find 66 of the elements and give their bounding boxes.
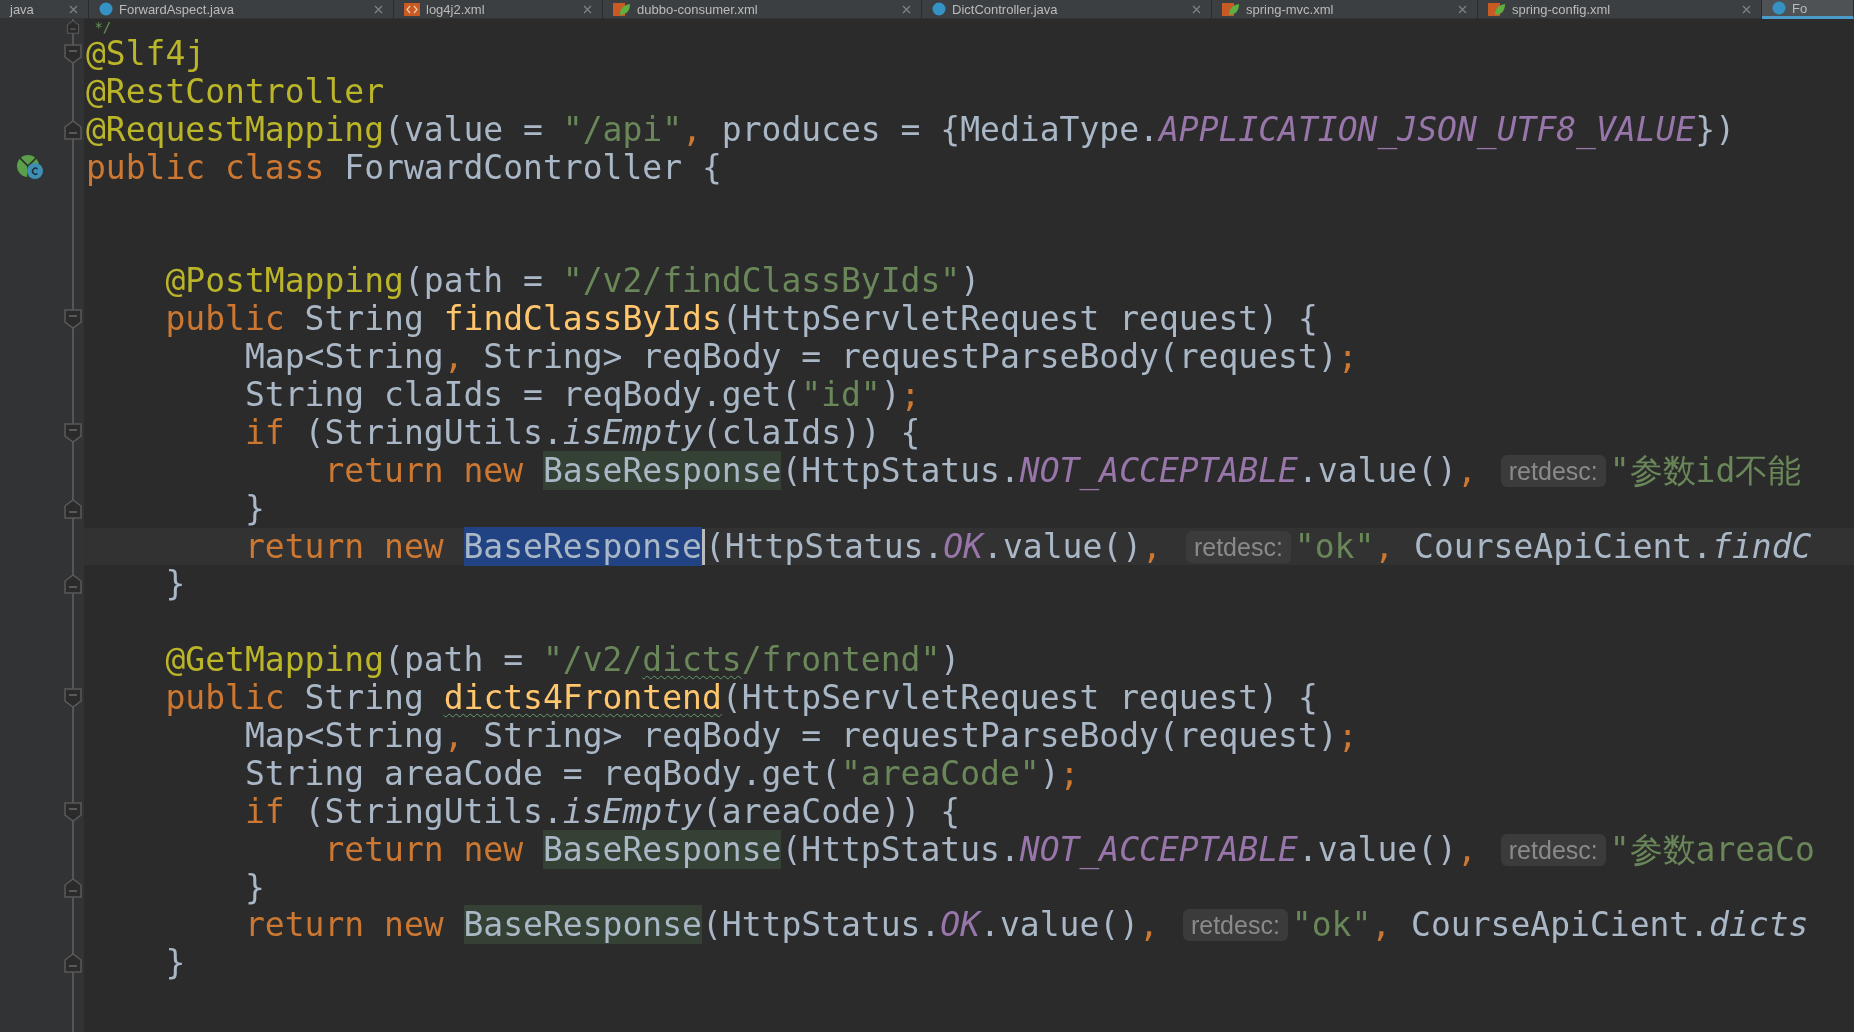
editor-tab[interactable]: log4j2.xml (394, 0, 603, 19)
close-icon[interactable] (583, 4, 592, 14)
code-text: } (164, 944, 186, 983)
editor-tab[interactable]: DictController.java (922, 0, 1212, 19)
code-text: public class ForwardController { (86, 148, 722, 187)
leaf-file-icon (1488, 2, 1506, 16)
code-text: return new BaseResponse(HttpStatus.NOT_ACCEPTABLE.value(), (324, 451, 1477, 490)
editor-tab[interactable]: spring-mvc.xml (1212, 0, 1478, 19)
fold-marker-icon[interactable] (64, 688, 82, 709)
leaf-file-icon (1222, 2, 1240, 16)
fold-marker-icon[interactable] (64, 801, 82, 822)
class-icon (932, 2, 946, 16)
text-caret (701, 528, 705, 565)
code-text: @RequestMapping(value = "/api", produces = {MediaType.APPLICATION_JSON_UTF8_VALUE}) (86, 110, 1736, 149)
code-text: @PostMapping(path = "/v2/findClassByIds") (164, 262, 981, 301)
code-text: String claIds = reqBody.get("id"); (243, 376, 921, 414)
fold-marker-icon[interactable] (64, 43, 82, 64)
fold-marker-icon[interactable] (64, 574, 82, 595)
close-icon[interactable] (902, 4, 911, 14)
code-text: public String findClassByIds(HttpServletRequest request) { (164, 300, 1318, 339)
editor-tab[interactable]: spring-config.xml (1478, 0, 1762, 19)
class-icon (1772, 1, 1786, 15)
editor-tab[interactable]: dubbo-consumer.xml (603, 0, 922, 19)
fold-marker-icon[interactable] (64, 877, 82, 898)
inlay-hint: retdesc: (1185, 530, 1291, 563)
inlay-hint: retdesc: (1182, 909, 1288, 942)
close-icon[interactable] (1742, 4, 1751, 14)
code-text: "参数areaCo (1609, 830, 1815, 869)
editor-tab[interactable]: ForwardAspect.java (89, 0, 394, 19)
code-text: if (StringUtils.isEmpty(claIds)) { (243, 413, 921, 452)
code-text: return new BaseResponse(HttpStatus.NOT_ACCEPTABLE.value(), (324, 830, 1477, 869)
code-text: } (243, 868, 265, 907)
code-text: return new BaseResponse(HttpStatus.OK.value(), (243, 906, 1159, 945)
comment-text: */ (93, 19, 112, 35)
close-icon[interactable] (1458, 4, 1467, 14)
code-text: @Slf4j (86, 35, 206, 73)
fold-marker-icon[interactable] (64, 953, 82, 974)
close-icon[interactable] (374, 4, 383, 14)
fold-marker-icon[interactable] (64, 422, 82, 443)
class-icon[interactable] (16, 153, 46, 182)
code-text: @RestController (86, 72, 384, 111)
code-text: @GetMapping(path = "/v2/dicts/frontend") (164, 641, 961, 680)
inlay-hint: retdesc: (1500, 833, 1606, 866)
code-text: "ok", CourseApiCient.findC (1294, 527, 1812, 566)
close-icon[interactable] (1192, 4, 1201, 14)
fold-marker-icon[interactable] (64, 309, 82, 330)
code-text: "ok", CourseApiCient.dicts (1291, 906, 1809, 945)
code-text: } (243, 489, 265, 528)
code-text: "参数id不能 (1609, 451, 1802, 490)
code-text: (HttpStatus.OK.value(), (704, 527, 1162, 566)
code-text: Map<String, String> reqBody = requestParseBody(request); (243, 338, 1358, 377)
editor-tab[interactable]: Fo (1762, 0, 1854, 19)
inlay-hint: retdesc: (1500, 454, 1606, 487)
fold-marker-icon[interactable] (64, 20, 82, 34)
fold-marker-icon[interactable] (64, 498, 82, 519)
code-text: String areaCode = reqBody.get("areaCode"); (243, 754, 1080, 793)
class-icon (99, 2, 113, 16)
code-text: Map<String, String> reqBody = requestParseBody(request); (243, 717, 1358, 755)
code-text: } (164, 565, 186, 604)
code-text: if (StringUtils.isEmpty(areaCode)) { (243, 792, 961, 831)
leaf-file-icon (613, 2, 631, 16)
fold-marker-icon[interactable] (64, 119, 82, 140)
xml-file-icon (404, 2, 420, 16)
close-icon[interactable] (69, 4, 78, 14)
code-text: public String dicts4Frontend(HttpServletRequest request) { (164, 679, 1318, 718)
editor-tab[interactable]: java (0, 0, 89, 19)
